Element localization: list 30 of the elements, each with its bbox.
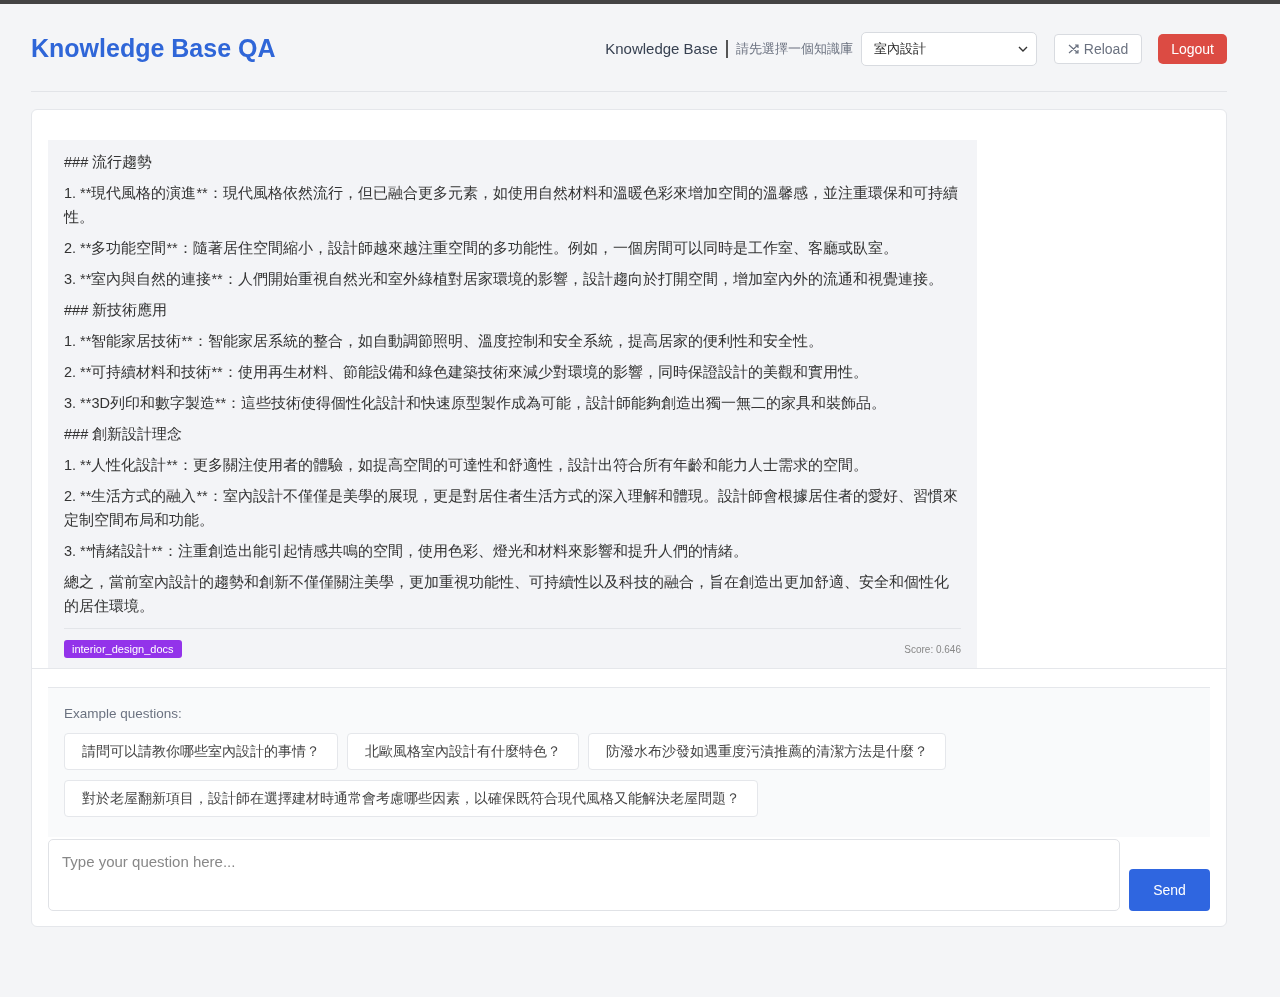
crossed-arrows-icon — [1067, 42, 1080, 55]
answer-paragraph: 1. **智能家居技術**：智能家居系統的整合，如自動調節照明、溫度控制和安全系統，提高居家的便利性和安全性。 — [64, 332, 824, 351]
answer-paragraph: 2. **生活方式的融入**：室內設計不僅僅是美學的展現，更是對居住者生活方式的深入理解和體現。設計師會根據居住者的愛好、習慣來定制空間布局和功能。 — [64, 487, 959, 530]
answer-paragraph: 2. **多功能空間**：隨著居住空間縮小，設計師越來越注重空間的多功能性。例如，一個房間可以同時是工作室、客廳或臥室。 — [64, 239, 899, 258]
answer-paragraph: 2. **可持續材料和技術**：使用再生材料、節能設備和綠色建築技術來減少對環境的影響，同時保證設計的美觀和實用性。 — [64, 363, 869, 382]
source-tag: interior_design_docs — [64, 640, 182, 658]
app-title: Knowledge Base QA — [31, 34, 276, 63]
knowledge-base-select[interactable]: 室內設計 — [860, 31, 1037, 66]
answer-paragraph: 1. **人性化設計**：更多關注使用者的體驗，如提高空間的可達性和舒適性，設計出符合所有年齡和能力人士需求的空間。 — [64, 456, 869, 475]
answer-paragraph: ### 新技術應用 — [64, 301, 169, 320]
answer-paragraph: 總之，當前室內設計的趨勢和創新不僅僅關注美學，更加重視功能性、可持續性以及科技的融合，旨在創造出更加舒適、安全和個性化的居住環境。 — [64, 573, 950, 616]
reload-button[interactable]: Reload — [1053, 33, 1143, 64]
score-text: Score: 0.646 — [904, 643, 961, 655]
answer-paragraph: ### 創新設計理念 — [64, 425, 184, 444]
chevron-down-icon — [1017, 45, 1028, 52]
example-question-button[interactable]: 防潑水布沙發如遇重度污漬推薦的清潔方法是什麼？ — [588, 733, 946, 770]
logout-button[interactable]: Logout — [1158, 33, 1227, 64]
send-button[interactable]: Send — [1129, 869, 1210, 911]
answer-paragraph: 3. **情緒設計**：注重創造出能引起情感共鳴的空間，使用色彩、燈光和材料來影響和提升人們的情緒。 — [64, 542, 749, 561]
answer-paragraph: 1. **現代風格的演進**：現代風格依然流行，但已融合更多元素，如使用自然材料和溫暖色彩來增加空間的溫馨感，並注重環保和可持續性。 — [64, 184, 959, 227]
answer-paragraph: 3. **室內與自然的連接**：人們開始重視自然光和室外綠植對居家環境的影響，設計趨向於打開空間，增加室內外的流通和視覺連接。 — [64, 270, 944, 289]
answer-paragraph: ### 流行趨勢 — [64, 153, 154, 172]
answer-paragraph: 3. **3D列印和數字製造**：這些技術使得個性化設計和快速原型製作成為可能，設計師能夠創造出獨一無二的家具和裝飾品。 — [64, 394, 888, 413]
question-input[interactable]: Type your question here... — [48, 839, 1121, 911]
knowledge-base-label: Knowledge Base — [605, 40, 718, 57]
example-question-button[interactable]: 請問可以請教你哪些室內設計的事情？ — [64, 733, 338, 770]
examples-label: Example questions: — [64, 706, 183, 721]
knowledge-base-hint: 請先選擇一個知識庫 — [735, 39, 853, 58]
example-question-button[interactable]: 對於老屋翻新項目，設計師在選擇建材時通常會考慮哪些因素，以確保既符合現代風格又能解決老屋問題？ — [64, 780, 758, 817]
example-question-button[interactable]: 北歐風格室內設計有什麼特色？ — [347, 733, 579, 770]
